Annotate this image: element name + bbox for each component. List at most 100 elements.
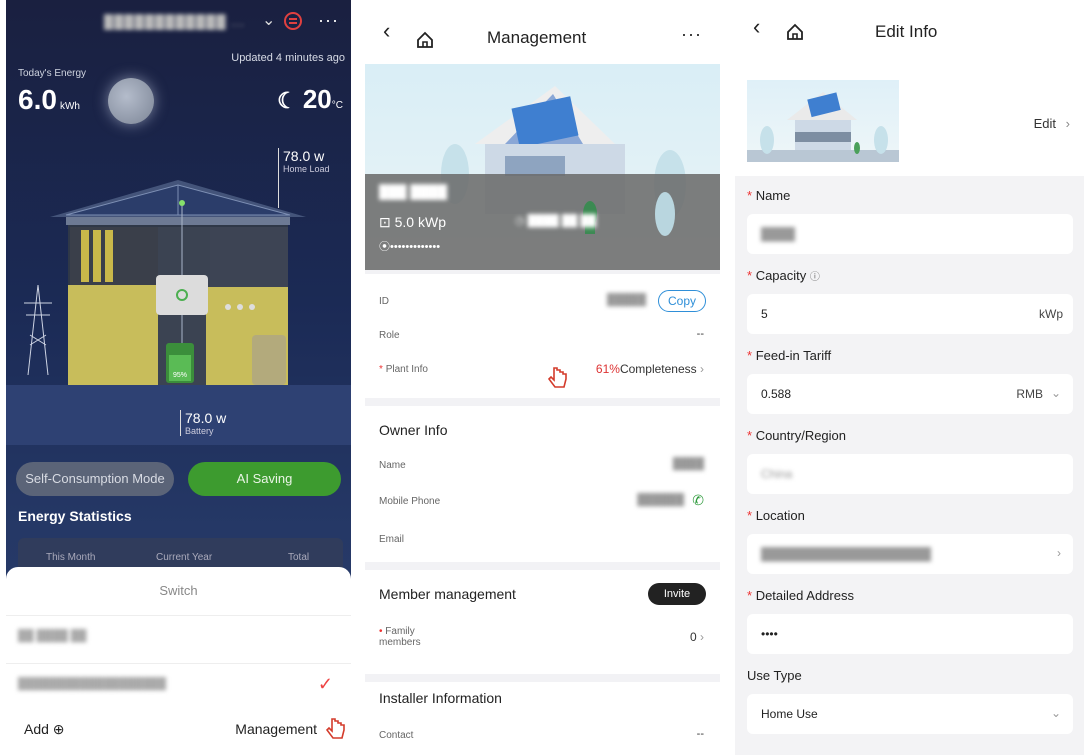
tap-hand-icon (547, 367, 567, 388)
message-icon[interactable] (284, 12, 302, 30)
chevron-down-icon[interactable]: ⌄ (262, 10, 275, 30)
name-field-value: ████ (761, 227, 796, 241)
country-value: China (761, 467, 793, 481)
chevron-right-icon: › (700, 362, 704, 376)
home-icon[interactable] (415, 30, 435, 50)
tab-this-month[interactable]: This Month (46, 552, 95, 563)
family-members-row[interactable]: • Family members (379, 626, 449, 648)
copy-button[interactable]: Copy (658, 290, 706, 312)
capacity-label: * Capacity ⓘ (747, 268, 820, 283)
chevron-down-icon: ⌄ (1050, 706, 1061, 720)
required-mark: * (747, 188, 753, 203)
role-value: -- (696, 328, 704, 340)
battery-readout: 78.0 w Battery (180, 410, 226, 436)
name-field[interactable]: ████ (747, 214, 1073, 254)
tariff-label: * Feed-in Tariff (747, 348, 831, 363)
name-label-text: Name (755, 188, 791, 203)
page-title: Management (487, 28, 587, 47)
management-panel: ‹ Management ··· ███ ████ ⊡ 5.0 kWp ◷ ██… (365, 0, 720, 755)
tab-total[interactable]: Total (288, 552, 309, 563)
installer-card: Installer Information Contact -- (365, 682, 720, 755)
sheet-title: Switch (159, 583, 198, 598)
completeness-value[interactable]: 61%Completeness › (596, 362, 704, 376)
battery-value: 78.0 w (185, 410, 227, 426)
required-mark: * (747, 348, 753, 363)
installer-title: Installer Information (379, 690, 502, 706)
chevron-right-icon: › (700, 630, 704, 644)
chevron-down-icon[interactable]: ⌄ (1051, 386, 1061, 400)
self-consumption-mode-button[interactable]: Self-Consumption Mode (16, 462, 174, 496)
switch-sheet: Switch ██ ████ ██ ███████████████████ ✓ A… (6, 567, 351, 755)
capacity-field[interactable]: 5 kWp (747, 294, 1073, 334)
country-label-text: Country/Region (755, 428, 847, 443)
management-button[interactable]: Management (235, 721, 317, 737)
plant-info-row[interactable]: * Plant Info (379, 364, 428, 375)
battery-percent: 95% (173, 372, 187, 379)
tariff-value: 0.588 (761, 387, 792, 401)
back-icon[interactable]: ‹ (753, 14, 760, 40)
required-mark: * (379, 364, 383, 375)
owner-info-card: Owner Info Name ████ Mobile Phone ██████… (365, 406, 720, 562)
invite-button[interactable]: Invite (648, 583, 706, 605)
energy-unit: kWh (59, 101, 80, 112)
id-value: █████ (607, 294, 646, 306)
more-icon[interactable]: ··· (681, 24, 702, 45)
owner-name-value: ████ (672, 458, 704, 470)
required-mark: * (747, 428, 753, 443)
plant-thumbnail[interactable] (747, 80, 899, 162)
address-field[interactable]: •••• (747, 614, 1073, 654)
contact-value: -- (696, 728, 704, 740)
address-label-text: Detailed Address (755, 588, 854, 603)
use-type-value: Home Use (761, 707, 818, 721)
family-members-value: 0 (689, 630, 697, 644)
name-label: * Name (747, 188, 790, 203)
use-type-select[interactable]: Home Use ⌄ (747, 694, 1073, 734)
address-label: * Detailed Address (747, 588, 854, 603)
plant-list-item-selected[interactable]: ███████████████████ ✓ (6, 663, 351, 705)
mobile-label: Mobile Phone (379, 496, 441, 507)
country-field[interactable]: China (747, 454, 1073, 494)
night-icon: ☾ (277, 88, 297, 113)
location-field[interactable]: ████████████████████ › (747, 534, 1073, 574)
battery-label: Battery (185, 426, 214, 436)
home-load-readout: 78.0 w Home Load (278, 148, 330, 208)
plant-name[interactable]: ████████████ ... (104, 14, 254, 30)
plant-list-item[interactable]: ██ ████ ██ (6, 615, 351, 657)
tariff-field[interactable]: 0.588 RMB ⌄ (747, 374, 1073, 414)
ai-saving-button[interactable]: AI Saving (188, 462, 341, 496)
capacity-unit: kWp (1039, 307, 1063, 321)
temperature-unit: °C (331, 100, 343, 111)
more-icon[interactable]: ··· (318, 10, 339, 31)
home-icon[interactable] (785, 22, 805, 42)
plant-name: ███ ████ (379, 184, 448, 199)
help-icon[interactable]: ⓘ (810, 272, 820, 283)
moon-image (108, 78, 154, 124)
tab-current-year[interactable]: Current Year (156, 552, 212, 563)
chevron-right-icon: › (1057, 546, 1061, 560)
edit-photo-link[interactable]: Edit › (1034, 116, 1070, 131)
currency-select[interactable]: RMB (1016, 387, 1043, 401)
capacity-value: 5 (761, 307, 768, 321)
back-icon[interactable]: ‹ (383, 18, 390, 44)
owner-info-title: Owner Info (379, 422, 448, 438)
phone-icon[interactable]: ✆ (692, 492, 704, 509)
energy-number: 6.0 (18, 84, 57, 115)
email-label: Email (379, 534, 405, 545)
add-button[interactable]: Add ⊕ (24, 721, 65, 738)
plant-list-item-label: ███████████████████ (18, 678, 167, 690)
family-members-count[interactable]: 0 › (690, 630, 704, 644)
id-label: ID (379, 296, 389, 307)
member-management-title: Member management (379, 586, 516, 602)
todays-energy-label: Today's Energy (18, 68, 87, 79)
plant-hero-image: ███ ████ ⊡ 5.0 kWp ◷ ████ ██ ██ ⦿•••••••… (365, 64, 720, 270)
required-mark: * (747, 268, 753, 283)
country-label: * Country/Region (747, 428, 846, 443)
energy-statistics-title: Energy Statistics (18, 508, 132, 524)
required-mark: * (747, 508, 753, 523)
energy-value: 6.0 kWh (18, 84, 80, 116)
location-value: ████████████████████ (761, 547, 932, 561)
plant-capacity: ⊡ 5.0 kWp (379, 214, 446, 231)
plant-date: ◷ ████ ██ ██ (515, 215, 597, 227)
member-management-card: Member management Invite • Family member… (365, 570, 720, 674)
owner-name-label: Name (379, 460, 406, 471)
